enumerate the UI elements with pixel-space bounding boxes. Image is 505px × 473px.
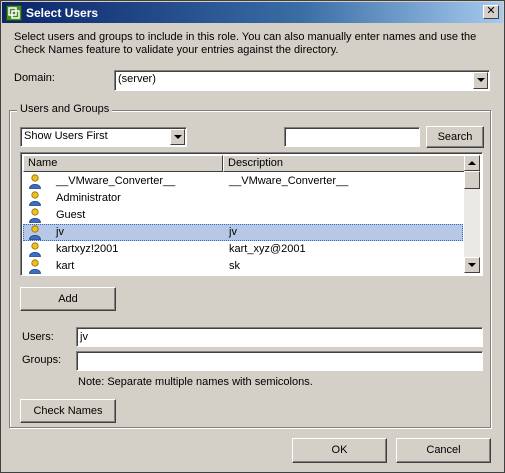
cell-description: __VMware_Converter__ [229,175,349,187]
scroll-thumb[interactable] [464,171,480,189]
filter-value: Show Users First [24,130,108,142]
user-icon [28,225,42,240]
filter-select[interactable]: Show Users First [20,127,187,147]
scroll-down-arrow-icon[interactable] [464,257,480,273]
groups-label: Groups: [22,354,62,366]
domain-value: (server) [118,73,156,85]
user-icon [28,208,42,223]
list-scrollbar[interactable] [464,155,480,273]
search-input[interactable] [284,127,420,147]
user-icon [28,191,42,206]
users-groups-title: Users and Groups [17,103,113,115]
users-input[interactable]: jv [76,327,483,347]
domain-label: Domain: [14,72,55,84]
column-header-name[interactable]: Name [23,155,223,172]
cell-name: Guest [56,209,86,221]
close-button[interactable]: ✕ [483,5,499,19]
chevron-down-icon[interactable] [170,129,185,145]
column-header-description[interactable]: Description [223,155,466,172]
separator-note: Note: Separate multiple names with semic… [78,376,313,388]
window-title: Select Users [26,6,99,20]
close-icon: ✕ [486,5,496,17]
cell-name: kart [56,260,75,272]
select-users-dialog: Select Users ✕ Select users and groups t… [0,0,505,473]
cell-description: kart_xyz@2001 [229,243,306,255]
table-row[interactable]: __VMware_Converter__ __VMware_Converter__ [23,173,463,190]
intro-text: Select users and groups to include in th… [14,31,477,56]
domain-select[interactable]: (server) [114,70,490,91]
list-header: Name Description [23,155,466,172]
vsphere-app-icon [6,5,22,21]
user-icon [28,242,42,257]
ok-button[interactable]: OK [292,438,387,463]
add-button[interactable]: Add [20,287,116,311]
scroll-up-arrow-icon[interactable] [464,155,480,171]
cell-name: kartxyz!2001 [56,243,119,255]
cell-description: jv [229,226,237,238]
user-icon [28,259,42,274]
users-label: Users: [22,331,54,343]
cell-name: jv [56,226,64,238]
cell-name: Administrator [56,192,121,204]
user-icon [28,174,42,189]
cancel-button[interactable]: Cancel [396,438,491,463]
table-row[interactable]: kartxyz!2001 kart_xyz@2001 [23,241,463,258]
table-row[interactable]: kart sk [23,258,463,275]
groups-input[interactable] [76,351,483,371]
chevron-down-icon[interactable] [473,72,488,89]
title-bar[interactable]: Select Users ✕ [2,2,503,23]
users-input-value: jv [80,331,88,343]
search-button[interactable]: Search [426,126,484,148]
cell-description: sk [229,260,240,272]
table-row[interactable]: jv jv [23,224,463,241]
users-list[interactable]: Name Description __VMware_Converter__ __V… [20,152,483,276]
cell-name: __VMware_Converter__ [56,175,176,187]
table-row[interactable]: Guest [23,207,463,224]
table-row[interactable]: Administrator [23,190,463,207]
check-names-button[interactable]: Check Names [20,399,116,423]
